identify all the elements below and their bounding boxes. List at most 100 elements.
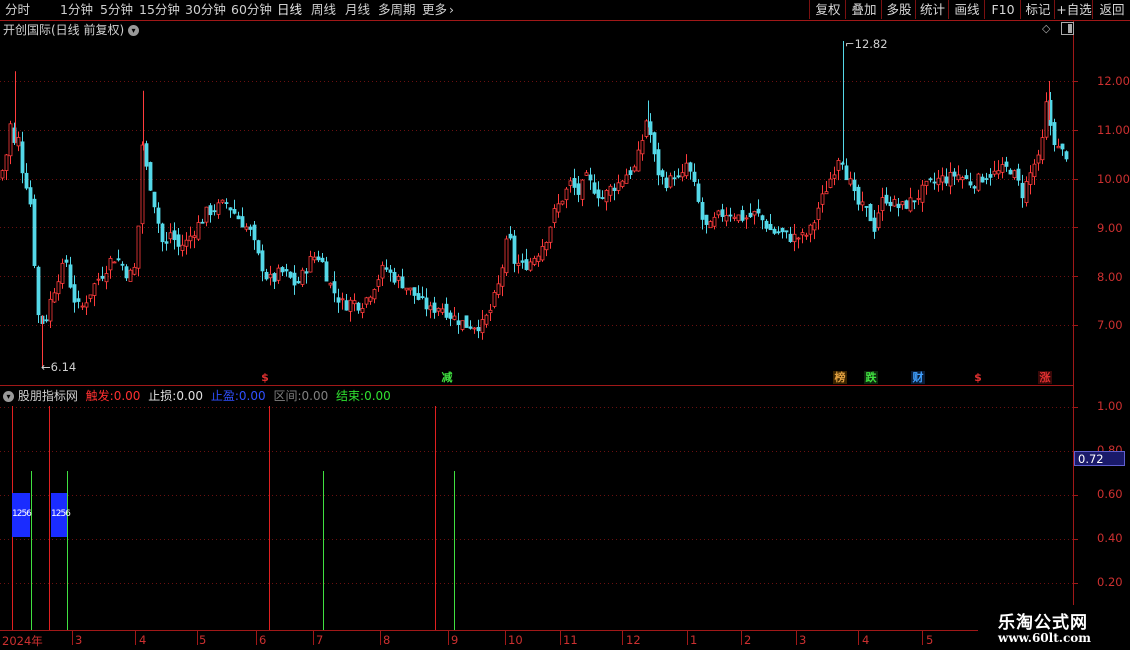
candle-body xyxy=(720,209,725,217)
candle-body xyxy=(660,170,665,177)
candle-body xyxy=(1060,143,1065,150)
candle-body xyxy=(132,266,137,275)
x-tick-label: 12 xyxy=(626,633,641,647)
x-tick-label: 11 xyxy=(563,633,578,647)
chart-canvas xyxy=(0,20,1130,650)
candle-body xyxy=(632,166,637,172)
y-tick-label: 12.00 xyxy=(1097,74,1130,88)
candle-body xyxy=(728,214,733,217)
candle-body xyxy=(416,293,421,300)
candle-body xyxy=(84,302,89,308)
candle-body xyxy=(860,201,865,206)
candle-body xyxy=(640,140,645,155)
candle-body xyxy=(940,175,945,183)
y-tick-label: 7.00 xyxy=(1097,318,1123,332)
candle-body xyxy=(740,210,745,221)
candle-body xyxy=(484,314,489,325)
indicator-name[interactable]: 股朋指标网 xyxy=(18,389,78,403)
candle-body xyxy=(80,305,85,308)
candle-body xyxy=(508,233,513,239)
candle-body xyxy=(496,283,501,295)
x-tick-label: 4 xyxy=(862,633,870,647)
candle-body xyxy=(828,178,833,188)
candle-body xyxy=(100,275,105,279)
candle-body xyxy=(216,202,221,215)
candle-body xyxy=(432,302,437,313)
candle-body xyxy=(588,174,593,181)
candle-body xyxy=(944,176,949,184)
indicator-signal-lines xyxy=(12,406,455,630)
candle-body xyxy=(996,170,1001,175)
indicator-current-value: 0.72 xyxy=(1074,451,1125,466)
candle-body xyxy=(556,203,561,213)
candle-body xyxy=(736,214,741,222)
param-end-label: 结束: xyxy=(336,389,365,403)
candle-body xyxy=(1012,170,1017,179)
candle-body xyxy=(912,200,917,203)
candle-body xyxy=(284,269,289,272)
candle-body xyxy=(888,201,893,207)
candle-body xyxy=(1056,145,1061,149)
event-marker-finance[interactable]: 财 xyxy=(911,371,925,384)
event-marker-fall[interactable]: 跌 xyxy=(864,371,878,384)
candle-body xyxy=(76,298,81,302)
candle-body xyxy=(712,216,717,227)
candle-body xyxy=(968,181,973,186)
candle-body xyxy=(936,177,941,186)
candle-body xyxy=(916,198,921,200)
candle-body xyxy=(288,271,293,278)
title-dropdown-icon[interactable]: ▾ xyxy=(128,25,140,36)
x-tick-label: 9 xyxy=(451,633,459,647)
candle-body xyxy=(784,230,789,233)
indicator-dropdown-icon[interactable]: ▾ xyxy=(3,391,14,402)
candle-body xyxy=(804,234,809,237)
x-tick-label: 1 xyxy=(690,633,698,647)
candle-body xyxy=(512,235,517,264)
watermark-title: 乐淘公式网 xyxy=(998,613,1088,633)
candle-body xyxy=(180,244,185,251)
signal-box-text: 1256 xyxy=(12,509,32,519)
candle-body xyxy=(188,235,193,242)
candle-body xyxy=(452,315,457,320)
candle-body xyxy=(280,267,285,273)
event-marker-reduce[interactable]: 减 xyxy=(440,371,454,384)
event-marker-dollar[interactable]: $ xyxy=(258,371,272,384)
param-trigger-label: 触发: xyxy=(85,389,114,403)
event-marker-rise[interactable]: 涨 xyxy=(1038,371,1052,384)
param-range-value: 0.00 xyxy=(301,389,329,403)
candle-body xyxy=(716,210,721,216)
candle-body xyxy=(524,259,529,270)
candle-body xyxy=(684,162,689,177)
layout-toggle-icon[interactable] xyxy=(1061,22,1074,35)
candle-body xyxy=(1000,164,1005,173)
candle-body xyxy=(356,302,361,311)
candle-body xyxy=(700,201,705,220)
diamond-icon[interactable]: ◇ xyxy=(1042,22,1050,35)
candle-body xyxy=(276,267,281,281)
candle-body xyxy=(204,206,209,223)
candle-body xyxy=(448,312,453,319)
indicator-title: ▾ 股朋指标网 触发:0.00 止损:0.00 止盈:0.00 区间:0.00 … xyxy=(3,387,391,404)
candle-body xyxy=(428,305,433,311)
event-marker-dollar[interactable]: $ xyxy=(971,371,985,384)
candle-body xyxy=(500,267,505,287)
min-arrow-icon: ← xyxy=(41,360,51,374)
candle-body xyxy=(88,294,93,299)
candle-body xyxy=(984,178,989,180)
candle-body xyxy=(228,207,233,211)
candle-body xyxy=(32,198,37,266)
y-tick-label: 8.00 xyxy=(1097,270,1123,284)
candle-body xyxy=(752,211,757,216)
candle-body xyxy=(304,271,309,274)
candle-body xyxy=(548,226,553,243)
candle-body xyxy=(440,308,445,313)
candle-body xyxy=(468,326,473,329)
candle-body xyxy=(956,174,961,181)
candle-body xyxy=(696,183,701,202)
candle-body xyxy=(892,199,897,207)
event-marker-rank[interactable]: 榜 xyxy=(833,371,847,384)
candle-body xyxy=(308,256,313,273)
candle-body xyxy=(272,273,277,282)
candle-body xyxy=(948,172,953,187)
param-stoploss: 止损:0.00 xyxy=(148,389,207,403)
